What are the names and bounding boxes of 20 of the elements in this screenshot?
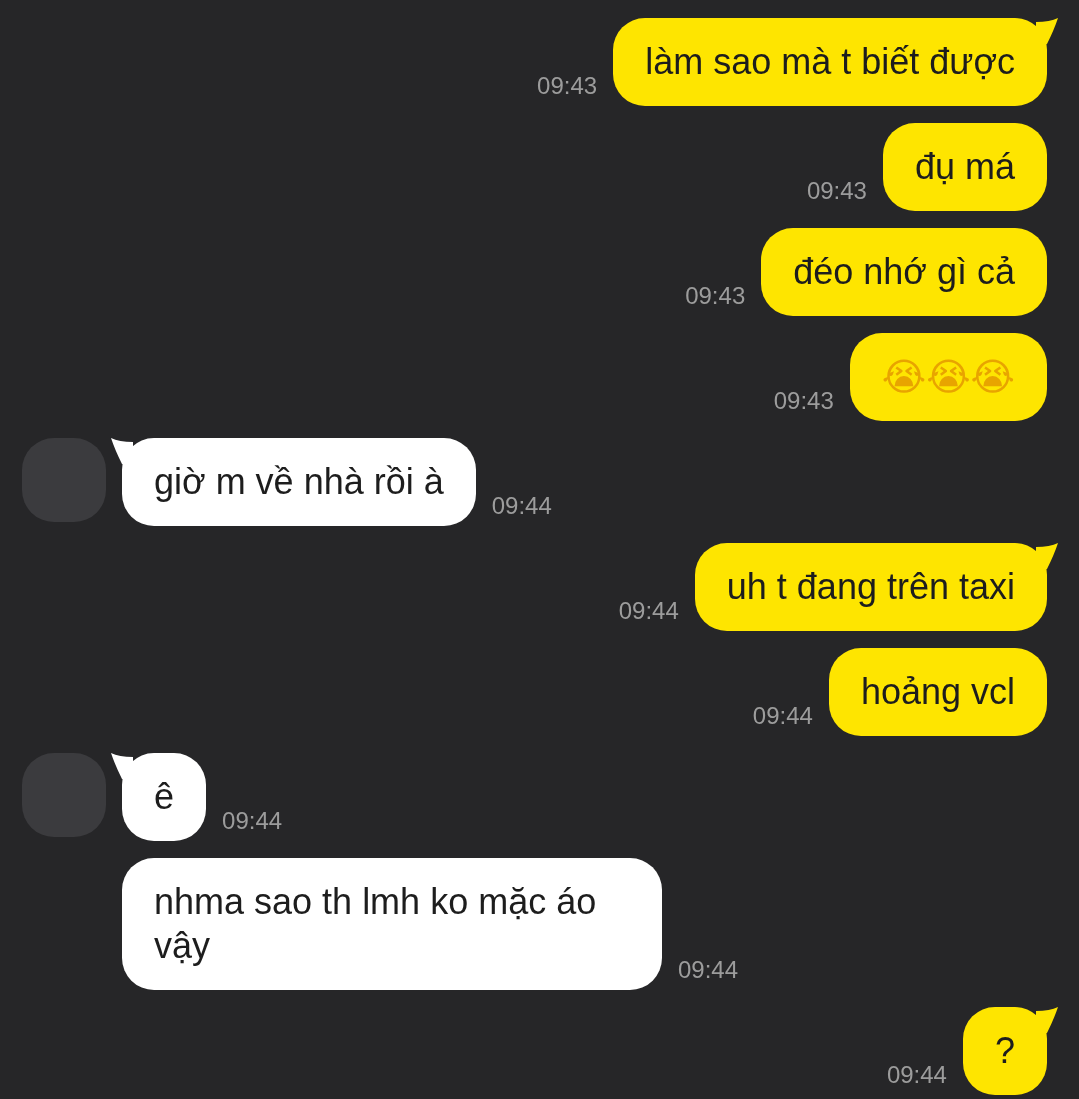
message-bubble: ?: [962, 1007, 1047, 1095]
message-time: 09:43: [773, 387, 834, 415]
message-time: 09:43: [806, 177, 867, 205]
message-time: 09:44: [618, 597, 679, 625]
message-bubble: đụ má: [882, 123, 1047, 211]
message-bubble: nhma sao th lmh ko mặc áo vậy: [122, 858, 662, 990]
message-time: 09:43: [685, 282, 746, 310]
message-time: 09:44: [752, 702, 813, 730]
message-time: 09:44: [886, 1061, 947, 1089]
message-time: 09:44: [222, 807, 283, 835]
message-time: 09:44: [491, 492, 552, 520]
emoji-message-bubble: 😭😭😭: [849, 333, 1047, 421]
message-bubble: giờ m về nhà rồi à: [122, 438, 476, 526]
message-bubble: uh t đang trên taxi: [694, 543, 1047, 631]
message-bubble: làm sao mà t biết được: [613, 18, 1047, 106]
message-bubble: đéo nhớ gì cả: [761, 228, 1047, 316]
message-bubble: hoảng vcl: [828, 648, 1047, 736]
message-time: 09:43: [537, 72, 598, 100]
message-bubble: ê: [122, 753, 207, 841]
message-time: 09:44: [678, 956, 739, 984]
